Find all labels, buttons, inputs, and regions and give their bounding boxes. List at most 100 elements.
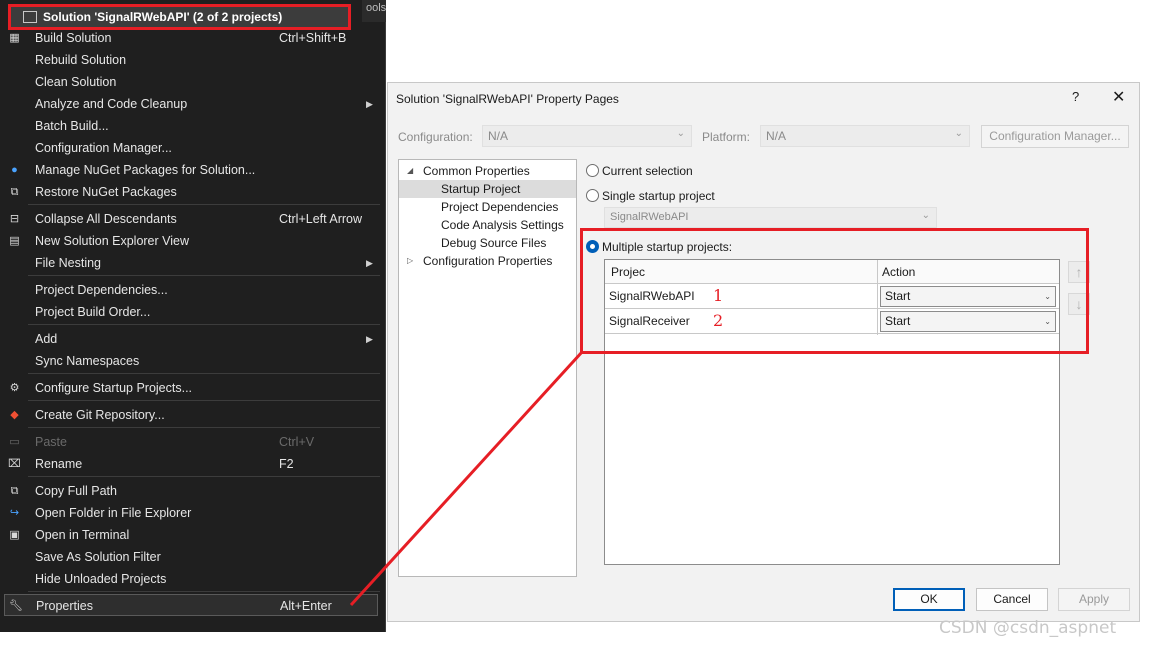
menu-item-label: Create Git Repository... [35,408,165,422]
menu-item-rename[interactable]: ⌧ Rename F2 [0,453,384,475]
menu-item-configuration-manager[interactable]: Configuration Manager... [0,137,384,159]
platform-label: Platform: [702,130,751,144]
submenu-arrow-icon: ▶ [366,258,373,268]
menu-item-label: Restore NuGet Packages [35,185,177,199]
menu-item-hide-unloaded[interactable]: Hide Unloaded Projects [0,568,384,590]
tree-node-debug-source-files[interactable]: Debug Source Files [399,234,576,252]
solution-header-label: Solution 'SignalRWebAPI' (2 of 2 project… [43,10,283,24]
menu-item-save-solution-filter[interactable]: Save As Solution Filter [0,546,384,568]
configuration-select: N/A ⌄ [482,125,692,147]
tree-node-code-analysis[interactable]: Code Analysis Settings [399,216,576,234]
watermark: CSDN @csdn_aspnet [939,618,1117,638]
tree-node-label: Startup Project [441,182,521,196]
menu-separator [28,275,380,276]
menu-item-label: Hide Unloaded Projects [35,572,167,586]
tree-node-configuration-properties[interactable]: ▷ Configuration Properties [399,252,576,270]
tree-node-startup-project[interactable]: Startup Project [399,180,576,198]
submenu-arrow-icon: ▶ [366,334,373,344]
tree-node-label: Common Properties [423,164,530,178]
tools-tab-strip: ools [362,0,386,22]
menu-item-manage-nuget[interactable]: ● Manage NuGet Packages for Solution... [0,159,384,181]
rename-icon: ⌧ [8,458,21,470]
chevron-down-icon: ⌄ [954,128,963,139]
menu-item-label: Project Build Order... [35,305,151,319]
menu-item-sync-namespaces[interactable]: Sync Namespaces [0,350,384,372]
open-folder-icon: ↪ [9,507,20,519]
menu-item-label: Sync Namespaces [35,354,140,368]
menu-item-clean-solution[interactable]: Clean Solution [0,71,384,93]
cancel-button[interactable]: Cancel [976,588,1048,611]
tree-node-label: Configuration Properties [423,254,553,268]
submenu-arrow-icon: ▶ [366,99,373,109]
menu-item-label: New Solution Explorer View [35,234,190,248]
menu-item-open-terminal[interactable]: ▣ Open in Terminal [0,524,384,546]
menu-item-collapse-all[interactable]: ⊟ Collapse All Descendants Ctrl+Left Arr… [0,208,384,230]
menu-separator [28,400,380,401]
menu-item-copy-full-path[interactable]: ⧉ Copy Full Path [0,480,384,502]
menu-item-open-folder[interactable]: ↪ Open Folder in File Explorer [0,502,384,524]
single-startup-select: SignalRWebAPI ⌄ [604,207,937,228]
tree-node-label: Debug Source Files [441,236,547,250]
menu-item-label: Build Solution [35,31,112,45]
menu-item-create-git-repo[interactable]: ◆ Create Git Repository... [0,404,384,426]
apply-button: Apply [1058,588,1130,611]
menu-item-label: Manage NuGet Packages for Solution... [35,163,256,177]
radio-current-selection[interactable] [586,164,599,177]
menu-item-analyze-cleanup[interactable]: Analyze and Code Cleanup ▶ [0,93,384,115]
menu-item-build-solution[interactable]: ▦ Build Solution Ctrl+Shift+B [0,27,384,49]
git-icon: ◆ [10,409,19,421]
menu-item-rebuild-solution[interactable]: Rebuild Solution [0,49,384,71]
menu-item-properties[interactable]: 🔧︎ Properties Alt+Enter [4,594,378,616]
menu-item-label: Rename [35,457,83,471]
tree-node-common-properties[interactable]: ◢ Common Properties [399,162,576,180]
menu-item-label: Project Dependencies... [35,283,168,297]
help-button[interactable]: ? [1072,89,1079,104]
chevron-down-icon: ⌄ [921,210,930,221]
paste-icon: ▭ [9,436,20,448]
nuget-icon: ● [11,164,18,176]
menu-item-add[interactable]: Add ▶ [0,328,384,350]
build-icon: ▦ [9,32,20,44]
configuration-manager-button: Configuration Manager... [981,125,1129,148]
new-view-icon: ▤ [9,235,20,247]
wrench-icon: 🔧︎ [9,600,23,612]
menu-item-label: Paste [35,435,67,449]
chevron-down-icon: ⌄ [676,128,685,139]
radio-single-startup-label: Single startup project [602,189,715,203]
menu-item-label: Copy Full Path [35,484,117,498]
menu-item-restore-nuget[interactable]: ⧉ Restore NuGet Packages [0,181,384,203]
menu-item-shortcut: Ctrl+Left Arrow [279,212,363,226]
collapsed-triangle-icon: ▷ [407,256,414,265]
tree-node-label: Project Dependencies [441,200,559,214]
menu-item-label: Configure Startup Projects... [35,381,193,395]
property-tree: ◢ Common Properties Startup Project Proj… [398,159,577,577]
menu-item-configure-startup[interactable]: ⚙ Configure Startup Projects... [0,377,384,399]
menu-item-paste: ▭ Paste Ctrl+V [0,431,384,453]
restore-icon: ⧉ [10,186,19,198]
tree-node-project-dependencies[interactable]: Project Dependencies [399,198,576,216]
close-icon[interactable]: ✕ [1112,87,1125,107]
menu-separator [28,476,380,477]
menu-item-project-build-order[interactable]: Project Build Order... [0,301,384,323]
menu-item-new-explorer-view[interactable]: ▤ New Solution Explorer View [0,230,384,252]
radio-single-startup[interactable] [586,189,599,202]
solution-context-menu: ools Solution 'SignalRWebAPI' (2 of 2 pr… [0,0,386,632]
menu-item-label: Open Folder in File Explorer [35,506,192,520]
configuration-value: N/A [488,129,509,143]
copy-icon: ⧉ [10,485,19,497]
configuration-label: Configuration: [398,130,473,144]
menu-item-label: Collapse All Descendants [35,212,177,226]
menu-item-label: Open in Terminal [35,528,130,542]
platform-value: N/A [766,129,787,143]
single-startup-value: SignalRWebAPI [610,211,689,223]
menu-item-batch-build[interactable]: Batch Build... [0,115,384,137]
terminal-icon: ▣ [9,529,20,541]
menu-item-shortcut: Ctrl+Shift+B [279,31,347,45]
menu-item-project-dependencies[interactable]: Project Dependencies... [0,279,384,301]
menu-item-file-nesting[interactable]: File Nesting ▶ [0,252,384,274]
menu-separator [28,591,380,592]
tree-node-label: Code Analysis Settings [441,218,564,232]
ok-button[interactable]: OK [893,588,965,611]
collapse-icon: ⊟ [9,213,20,225]
menu-item-label: Rebuild Solution [35,53,127,67]
